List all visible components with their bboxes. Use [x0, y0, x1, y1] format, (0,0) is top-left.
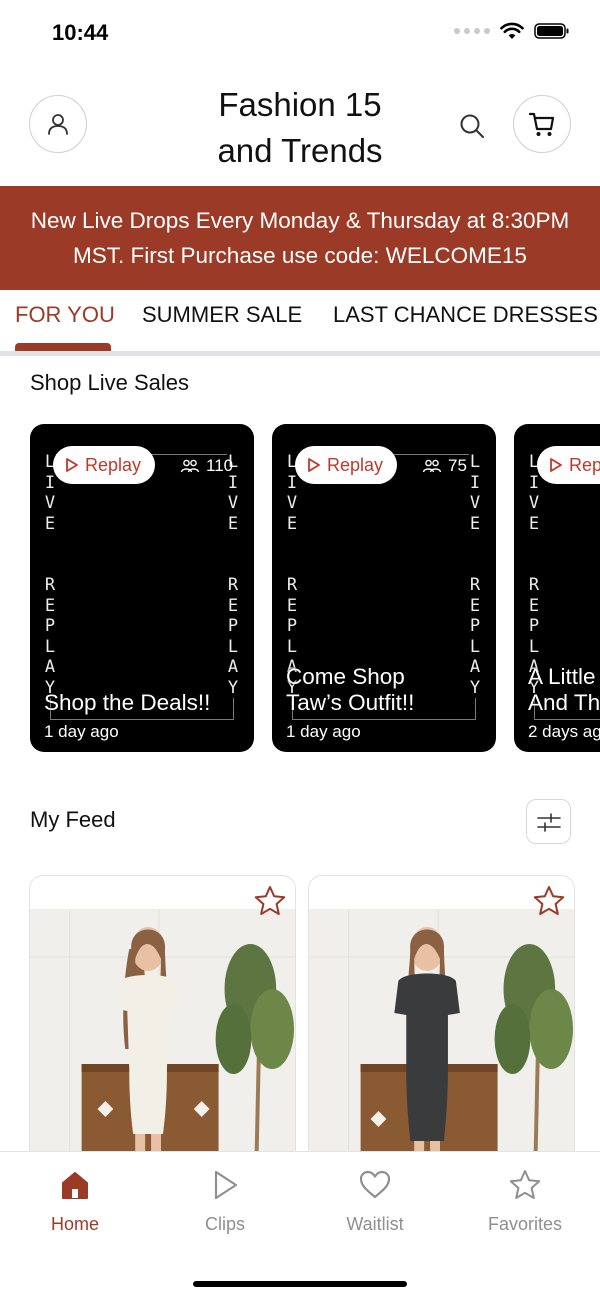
live-card-title-line-1: A Little	[528, 664, 596, 689]
nav-home[interactable]: Home	[0, 1168, 150, 1235]
live-frame-text-left: LIVEREPLAY	[528, 452, 540, 698]
account-button[interactable]	[29, 95, 87, 153]
banner-line-2: MST. First Purchase use code: WELCOME15	[73, 243, 527, 268]
live-card-title: A Little And Th	[528, 664, 600, 716]
viewer-count-value: 110	[206, 456, 234, 475]
live-card-time: 1 day ago	[286, 722, 361, 741]
viewers-icon	[422, 459, 442, 473]
tab-for-you[interactable]: FOR YOU	[15, 302, 115, 328]
live-sales-carousel[interactable]: LIVEREPLAY LIVEREPLAY Replay 110 Shop th…	[0, 424, 600, 752]
live-frame-text-right: LIVEREPLAY	[469, 452, 481, 698]
search-icon	[460, 114, 484, 138]
live-card-time: 2 days ag	[528, 722, 600, 741]
heart-icon	[359, 1170, 391, 1199]
feed-product-card[interactable]	[29, 875, 296, 1165]
promo-banner: New Live Drops Every Monday & Thursday a…	[0, 186, 600, 290]
live-card-title-line-2: Taw’s Outfit!!	[286, 690, 415, 715]
live-frame-text-left: LIVEREPLAY	[44, 452, 56, 698]
nav-waitlist[interactable]: Waitlist	[300, 1168, 450, 1235]
nav-favorites-label: Favorites	[487, 1214, 563, 1234]
person-icon	[48, 114, 68, 135]
cart-button[interactable]	[513, 95, 571, 153]
replay-badge[interactable]: Replay	[53, 446, 156, 484]
star-icon	[254, 886, 286, 915]
replay-label: Replay	[327, 454, 384, 475]
home-indicator	[193, 1281, 407, 1287]
replay-badge[interactable]: Replay	[537, 446, 600, 484]
status-icons	[454, 22, 570, 40]
favorite-button[interactable]	[253, 884, 287, 918]
live-frame-text-left: LIVEREPLAY	[286, 452, 298, 698]
play-icon	[214, 1170, 238, 1200]
sliders-icon	[536, 812, 561, 832]
title-line-2: and Trends	[217, 132, 383, 169]
replay-label: Replay	[85, 454, 142, 475]
viewer-count: 110	[180, 456, 233, 476]
tabs-divider	[0, 351, 600, 356]
nav-home-label: Home	[50, 1214, 99, 1234]
tab-last-chance-dresses[interactable]: LAST CHANCE DRESSES	[333, 302, 598, 328]
search-button[interactable]	[455, 109, 489, 143]
banner-line-1: New Live Drops Every Monday & Thursday a…	[30, 208, 570, 233]
wifi-icon	[500, 22, 524, 39]
live-card[interactable]: LIVEREPLAY LIVEREPLAY Replay 75 Come Sho…	[272, 424, 496, 752]
viewer-count-value: 75	[448, 456, 467, 475]
tab-summer-sale[interactable]: SUMMER SALE	[142, 302, 302, 328]
nav-clips-label: Clips	[204, 1214, 245, 1234]
product-image	[30, 909, 295, 1164]
play-icon	[66, 458, 78, 472]
replay-label: Replay	[569, 454, 600, 475]
product-image	[309, 909, 574, 1164]
live-sales-heading: Shop Live Sales	[30, 370, 189, 395]
live-card-title-line-1: Shop the Deals!!	[44, 690, 211, 715]
star-icon	[533, 886, 565, 915]
cart-icon	[528, 112, 555, 136]
battery-icon	[534, 23, 569, 39]
feed-filter-button[interactable]	[526, 799, 571, 844]
home-icon	[62, 1172, 88, 1199]
status-time: 10:44	[52, 20, 109, 45]
live-card-time: 1 day ago	[44, 722, 119, 741]
viewers-icon	[180, 459, 200, 473]
category-tabs: FOR YOU SUMMER SALE LAST CHANCE DRESSES	[0, 290, 600, 352]
viewer-count: 75	[422, 456, 467, 476]
status-bar: 10:44	[0, 0, 600, 64]
signal-dots-icon	[454, 28, 490, 34]
play-icon	[308, 458, 320, 472]
live-card[interactable]: LIVEREPLAY Replay A Little And Th 2 days…	[514, 424, 600, 752]
live-card-title-line-1: Come Shop	[286, 664, 405, 689]
replay-badge[interactable]: Replay	[295, 446, 398, 484]
star-icon	[509, 1170, 541, 1199]
live-card[interactable]: LIVEREPLAY LIVEREPLAY Replay 110 Shop th…	[30, 424, 254, 752]
page-title: Fashion 15 and Trends	[150, 82, 450, 174]
bottom-navigation: Home Clips Waitlist Favorites	[0, 1151, 600, 1299]
nav-clips[interactable]: Clips	[150, 1168, 300, 1235]
live-frame	[50, 454, 234, 720]
my-feed-heading: My Feed	[30, 807, 116, 832]
favorite-button[interactable]	[532, 884, 566, 918]
app-header: Fashion 15 and Trends	[0, 64, 600, 186]
live-card-title: Shop the Deals!!	[44, 690, 210, 716]
live-card-title: Come Shop Taw’s Outfit!!	[286, 664, 414, 716]
play-icon	[550, 458, 562, 472]
nav-favorites[interactable]: Favorites	[450, 1168, 600, 1235]
live-frame-text-right: LIVEREPLAY	[227, 452, 239, 698]
live-card-title-line-2: And Th	[528, 690, 600, 715]
title-line-1: Fashion 15	[218, 86, 382, 123]
feed-product-card[interactable]	[308, 875, 575, 1165]
nav-waitlist-label: Waitlist	[346, 1214, 404, 1234]
